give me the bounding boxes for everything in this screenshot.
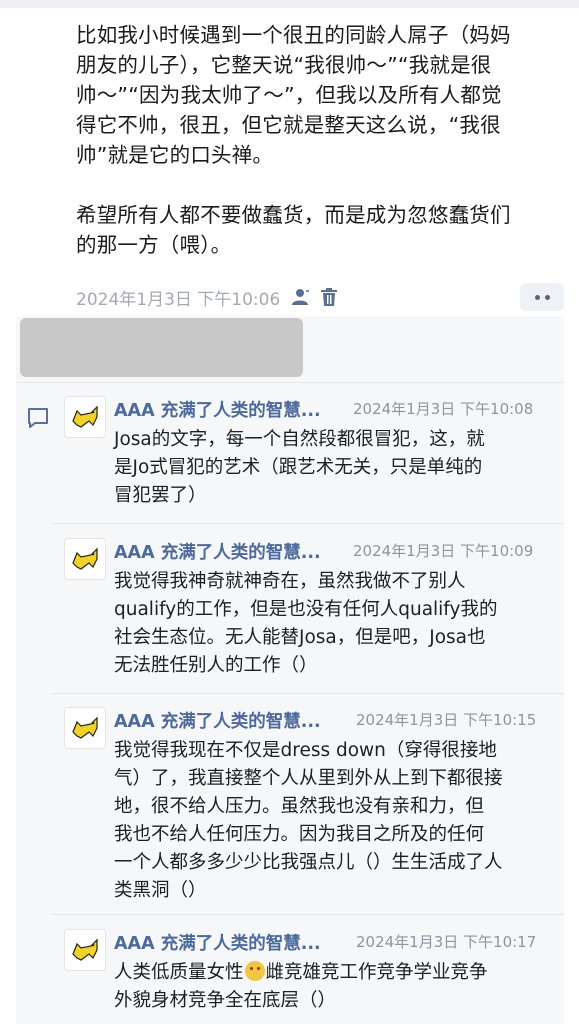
comment-text: 我觉得我现在不仅是dress down（穿得很接地 气）了，我直接整个人从里到外… [114, 740, 503, 901]
post-paragraph-1: 比如我小时候遇到一个很丑的同龄人屌子（妈妈 朋友的儿子），它整天说“我很帅～”“… [76, 23, 511, 167]
cat-face-emoji [244, 961, 265, 981]
comment-author-name[interactable]: AAA 充满了人类的智慧... [114, 397, 321, 422]
comment-text: 我觉得我神奇就神奇在，虽然我做不了别人 qualify的工作，但是也没有任何人q… [114, 571, 498, 676]
yellow-cat-avatar[interactable] [64, 707, 106, 749]
comment-timestamp: 2024年1月3日 下午10:08 [353, 400, 534, 418]
comment-author-name[interactable]: AAA 充满了人类的智慧... [114, 708, 321, 733]
post-timestamp: 2024年1月3日 下午10:06 [76, 289, 281, 310]
comment-text: Josa的文字，每一个自然段都很冒犯，这，就 是Jo式冒犯的艺术（跟艺术无关，只… [114, 429, 485, 506]
yellow-cat-avatar[interactable] [64, 396, 106, 438]
divider [52, 693, 564, 694]
top-bar [0, 0, 579, 8]
yellow-cat-avatar[interactable] [64, 538, 106, 580]
comment-author-name[interactable]: AAA 充满了人类的智慧... [114, 539, 321, 564]
more-dots-icon[interactable] [520, 283, 564, 311]
redacted-block [20, 318, 303, 377]
trash-icon[interactable] [320, 287, 338, 307]
divider [52, 914, 564, 915]
yellow-cat-avatar[interactable] [64, 929, 106, 971]
comment-timestamp: 2024年1月3日 下午10:09 [353, 542, 534, 560]
post-paragraph-2: 希望所有人都不要做蠢货，而是成为忽悠蠢货们 的那一方（喂）。 [76, 203, 511, 257]
comment-timestamp: 2024年1月3日 下午10:15 [356, 711, 537, 729]
post-body: 比如我小时候遇到一个很丑的同龄人屌子（妈妈 朋友的儿子），它整天说“我很帅～”“… [76, 20, 556, 260]
comment-text: 人类低质量女性 雌竞雄竞工作竞争学业竞争 外貌身材竞争全在底层（） [114, 961, 488, 1011]
comment-timestamp: 2024年1月3日 下午10:17 [356, 933, 537, 951]
divider [16, 382, 564, 383]
comment-author-name[interactable]: AAA 充满了人类的智慧... [114, 930, 321, 955]
person-icon[interactable] [290, 287, 310, 307]
comment-icon[interactable] [26, 406, 50, 434]
divider [52, 523, 564, 524]
post-meta: 2024年1月3日 下午10:06 [76, 283, 338, 311]
